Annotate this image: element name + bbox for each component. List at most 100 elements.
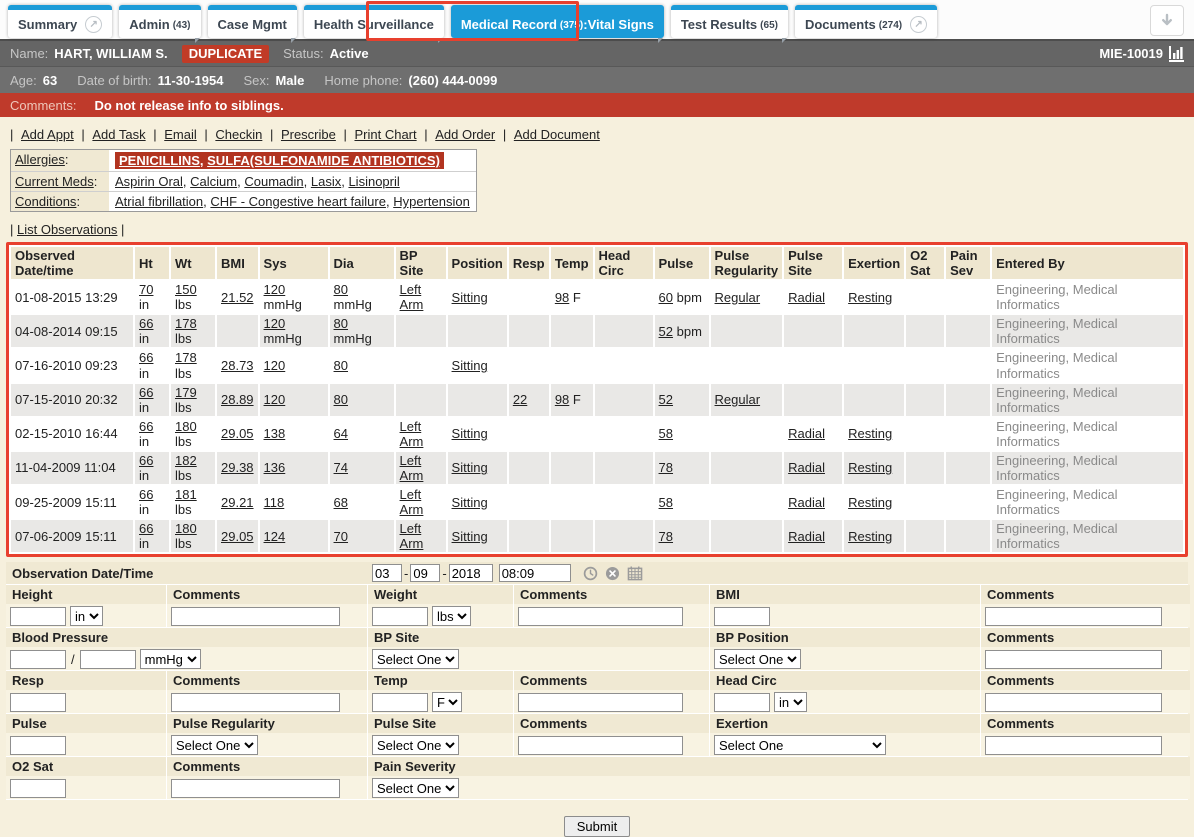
tab-documents[interactable]: Documents(274)↗ xyxy=(795,5,937,38)
med-calcium[interactable]: Calcium xyxy=(190,174,237,189)
vital-value-link[interactable]: 29.05 xyxy=(221,426,254,441)
vital-value-link[interactable]: Radial xyxy=(788,290,825,305)
obs-day-input[interactable] xyxy=(410,564,440,582)
vital-value-link[interactable]: 28.89 xyxy=(221,392,254,407)
vital-value-link[interactable]: 120 xyxy=(264,316,286,331)
weight-select[interactable]: lbs xyxy=(432,606,471,626)
vital-value-link[interactable]: 178 xyxy=(175,350,197,365)
action-add-task[interactable]: Add Task xyxy=(92,127,145,142)
vital-value-link[interactable]: 98 xyxy=(555,290,569,305)
conditions-link[interactable]: Conditions xyxy=(15,194,76,209)
comments-input[interactable] xyxy=(518,607,683,626)
vital-value-link[interactable]: 66 xyxy=(139,453,153,468)
obs-time-input[interactable] xyxy=(499,564,571,582)
vital-value-link[interactable]: 29.05 xyxy=(221,529,254,544)
vital-value-link[interactable]: Left Arm xyxy=(400,282,424,312)
list-observations-link[interactable]: List Observations xyxy=(17,222,117,237)
vital-value-link[interactable]: 74 xyxy=(334,460,348,475)
calendar-icon[interactable] xyxy=(627,566,643,581)
vital-value-link[interactable]: Resting xyxy=(848,495,892,510)
vital-value-link[interactable]: 58 xyxy=(659,495,673,510)
vital-value-link[interactable]: Sitting xyxy=(452,290,488,305)
vital-value-link[interactable]: 52 xyxy=(659,324,673,339)
o2-sat-input[interactable] xyxy=(10,779,66,798)
vital-value-link[interactable]: 78 xyxy=(659,460,673,475)
vital-value-link[interactable]: 58 xyxy=(659,426,673,441)
vital-value-link[interactable]: 180 xyxy=(175,521,197,536)
submit-button[interactable]: Submit xyxy=(564,816,630,837)
vital-value-link[interactable]: 29.38 xyxy=(221,460,254,475)
obs-month-input[interactable] xyxy=(372,564,402,582)
tab-summary[interactable]: Summary↗ xyxy=(8,5,112,38)
vital-value-link[interactable]: 66 xyxy=(139,487,153,502)
vital-value-link[interactable]: Resting xyxy=(848,426,892,441)
vital-value-link[interactable]: 21.52 xyxy=(221,290,254,305)
flowsheet-chart-icon[interactable] xyxy=(1169,46,1184,62)
allergy-penicillins[interactable]: PENICILLINS xyxy=(119,153,200,168)
download-button[interactable] xyxy=(1150,5,1184,36)
action-prescribe[interactable]: Prescribe xyxy=(281,127,336,142)
vital-value-link[interactable]: 182 xyxy=(175,453,197,468)
popout-icon[interactable]: ↗ xyxy=(910,16,927,33)
comments-input[interactable] xyxy=(171,693,340,712)
action-add-document[interactable]: Add Document xyxy=(514,127,600,142)
action-email[interactable]: Email xyxy=(164,127,197,142)
med-lisinopril[interactable]: Lisinopril xyxy=(348,174,399,189)
vital-value-link[interactable]: Left Arm xyxy=(400,521,424,551)
vital-value-link[interactable]: Regular xyxy=(715,392,761,407)
allergies-link[interactable]: Allergies xyxy=(15,152,65,167)
vital-value-link[interactable]: 66 xyxy=(139,350,153,365)
blood-pressure-input[interactable] xyxy=(80,650,136,669)
vital-value-link[interactable]: 136 xyxy=(264,460,286,475)
vital-value-link[interactable]: Sitting xyxy=(452,358,488,373)
vital-value-link[interactable]: 70 xyxy=(334,529,348,544)
vital-value-link[interactable]: 66 xyxy=(139,316,153,331)
vital-value-link[interactable]: 28.73 xyxy=(221,358,254,373)
vital-value-link[interactable]: Radial xyxy=(788,495,825,510)
tab-admin[interactable]: Admin(43) xyxy=(119,5,200,38)
med-coumadin[interactable]: Coumadin xyxy=(244,174,303,189)
med-aspirin-oral[interactable]: Aspirin Oral xyxy=(115,174,183,189)
vital-value-link[interactable]: Sitting xyxy=(452,460,488,475)
tab-test-results[interactable]: Test Results(65) xyxy=(671,5,788,38)
pulse-site-select[interactable]: Select One xyxy=(372,735,459,755)
comments-input[interactable] xyxy=(985,607,1162,626)
vital-value-link[interactable]: 68 xyxy=(334,495,348,510)
tab-medical-record[interactable]: Medical Record(375):Vital Signs xyxy=(451,5,664,38)
vital-value-link[interactable]: 22 xyxy=(513,392,527,407)
med-lasix[interactable]: Lasix xyxy=(311,174,341,189)
vital-value-link[interactable]: Radial xyxy=(788,529,825,544)
pulse-regularity-select[interactable]: Select One xyxy=(171,735,258,755)
bp-position-select[interactable]: Select One xyxy=(714,649,801,669)
pain-severity-select[interactable]: Select One xyxy=(372,778,459,798)
vital-value-link[interactable]: 70 xyxy=(139,282,153,297)
vital-value-link[interactable]: Left Arm xyxy=(400,419,424,449)
vital-value-link[interactable]: 181 xyxy=(175,487,197,502)
comments-input[interactable] xyxy=(985,650,1162,669)
temp-select[interactable]: F xyxy=(432,692,462,712)
weight-input[interactable] xyxy=(372,607,428,626)
vital-value-link[interactable]: 179 xyxy=(175,385,197,400)
tab-health-surveillance[interactable]: Health Surveillance xyxy=(304,5,444,38)
condition-hypertension[interactable]: Hypertension xyxy=(393,194,470,209)
vital-value-link[interactable]: 52 xyxy=(659,392,673,407)
vital-value-link[interactable]: 80 xyxy=(334,392,348,407)
vital-value-link[interactable]: Resting xyxy=(848,529,892,544)
condition-atrial-fibrillation[interactable]: Atrial fibrillation xyxy=(115,194,203,209)
vital-value-link[interactable]: 80 xyxy=(334,316,348,331)
vital-value-link[interactable]: Sitting xyxy=(452,426,488,441)
vital-value-link[interactable]: 60 xyxy=(659,290,673,305)
height-input[interactable] xyxy=(10,607,66,626)
vital-value-link[interactable]: Sitting xyxy=(452,529,488,544)
popout-icon[interactable]: ↗ xyxy=(85,16,102,33)
vital-value-link[interactable]: Radial xyxy=(788,460,825,475)
action-add-appt[interactable]: Add Appt xyxy=(21,127,74,142)
obs-year-input[interactable] xyxy=(449,564,493,582)
vital-value-link[interactable]: 124 xyxy=(264,529,286,544)
tab-case-mgmt[interactable]: Case Mgmt xyxy=(208,5,297,38)
comments-input[interactable] xyxy=(518,693,683,712)
resp-input[interactable] xyxy=(10,693,66,712)
vital-value-link[interactable]: 66 xyxy=(139,385,153,400)
blood-pressure-select[interactable]: mmHg xyxy=(140,649,201,669)
temp-input[interactable] xyxy=(372,693,428,712)
